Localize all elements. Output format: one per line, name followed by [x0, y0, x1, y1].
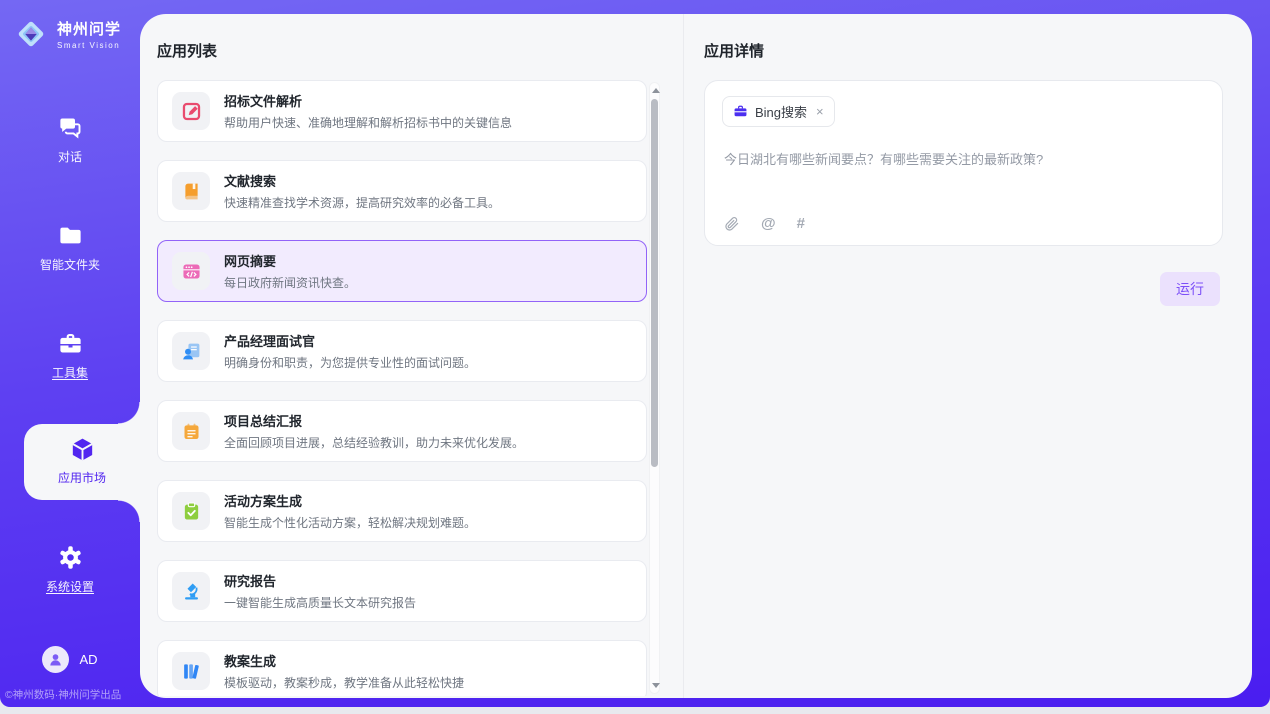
app-card-description: 智能生成个性化活动方案，轻松解决规划难题。 [224, 514, 476, 531]
app-card-title: 研究报告 [224, 571, 416, 590]
chat-icon [57, 114, 84, 141]
diamond-logo-icon [12, 15, 50, 53]
app-card-title: 教案生成 [224, 651, 464, 670]
app-card-title: 活动方案生成 [224, 491, 476, 510]
page: 神州问学 Smart Vision 对话 智能文件夹 [0, 0, 1270, 714]
copyright-footer: ©神州数码·神州问学出品 [0, 687, 150, 702]
app-card-title: 文献搜索 [224, 171, 500, 190]
sidebar-item-label: 智能文件夹 [40, 258, 100, 272]
tool-chip-label: Bing搜索 [755, 102, 807, 121]
user-account[interactable]: AD [0, 646, 140, 673]
app-card-title: 招标文件解析 [224, 91, 512, 110]
app-card[interactable]: 活动方案生成 智能生成个性化活动方案，轻松解决规划难题。 [157, 480, 647, 542]
app-detail-title: 应用详情 [704, 40, 764, 61]
app-card[interactable]: 文献搜索 快速精准查找学术资源，提高研究效率的必备工具。 [157, 160, 647, 222]
sidebar-item-label: 应用市场 [58, 471, 106, 485]
run-button[interactable]: 运行 [1160, 272, 1220, 306]
cube-icon [69, 436, 96, 463]
sidebar-item-app-market-active[interactable]: 应用市场 [24, 424, 140, 500]
scroll-up-arrow-icon[interactable] [652, 88, 660, 93]
app-card-description: 明确身份和职责，为您提供专业性的面试问题。 [224, 354, 476, 371]
book-icon [172, 172, 210, 210]
app-list-panel: 应用列表 招标文件解析 帮助用户快速、准确地理解和解析招标书中的关键信息 [140, 14, 683, 698]
books-icon [172, 652, 210, 690]
brand-logo: 神州问学 Smart Vision [12, 15, 121, 53]
main-content: 应用列表 招标文件解析 帮助用户快速、准确地理解和解析招标书中的关键信息 [140, 14, 1252, 698]
app-card[interactable]: 招标文件解析 帮助用户快速、准确地理解和解析招标书中的关键信息 [157, 80, 647, 142]
scrollbar-thumb[interactable] [651, 99, 658, 467]
app-card[interactable]: 网页摘要 每日政府新闻资讯快查。 [157, 240, 647, 302]
app-detail-panel: 应用详情 Bing搜索 × 今日湖北有哪些新闻要点？有哪些需要关注的最新政策? [683, 14, 1252, 698]
app-card-description: 快速精准查找学术资源，提高研究效率的必备工具。 [224, 194, 500, 211]
sidebar-item-label: 工具集 [52, 366, 88, 380]
app-card-description: 每日政府新闻资讯快查。 [224, 274, 356, 291]
web-code-icon [172, 252, 210, 290]
app-card-description: 全面回顾项目进展，总结经验教训，助力未来优化发展。 [224, 434, 524, 451]
app-card[interactable]: 产品经理面试官 明确身份和职责，为您提供专业性的面试问题。 [157, 320, 647, 382]
note-icon [172, 412, 210, 450]
app-card[interactable]: 项目总结汇报 全面回顾项目进展，总结经验教训，助力未来优化发展。 [157, 400, 647, 462]
brand-name: 神州问学 [57, 18, 121, 39]
sidebar-item-label: 系统设置 [46, 580, 94, 594]
app-card-title: 产品经理面试官 [224, 331, 476, 350]
app-card[interactable]: 教案生成 模板驱动，教案秒成，教学准备从此轻松快捷 [157, 640, 647, 696]
microscope-icon [172, 572, 210, 610]
tool-chip-bing-search[interactable]: Bing搜索 × [722, 96, 835, 127]
app-card-title: 网页摘要 [224, 251, 356, 270]
avatar [42, 646, 69, 673]
app-card-list: 招标文件解析 帮助用户快速、准确地理解和解析招标书中的关键信息 文献搜索 快速精… [157, 80, 647, 696]
scroll-down-arrow-icon[interactable] [652, 683, 660, 688]
query-input-card[interactable]: Bing搜索 × 今日湖北有哪些新闻要点？有哪些需要关注的最新政策? @ # [704, 80, 1223, 246]
edit-doc-icon [172, 92, 210, 130]
sidebar-item-toolset[interactable]: 工具集 [0, 330, 140, 382]
chip-close-icon[interactable]: × [816, 104, 824, 119]
sidebar-item-label: 对话 [58, 150, 82, 164]
app-card-title: 项目总结汇报 [224, 411, 524, 430]
app-card-description: 一键智能生成高质量长文本研究报告 [224, 594, 416, 611]
clipboard-check-icon [172, 492, 210, 530]
input-toolbar: @ # [724, 215, 805, 232]
app-card[interactable]: 研究报告 一键智能生成高质量长文本研究报告 [157, 560, 647, 622]
query-textarea[interactable]: 今日湖北有哪些新闻要点？有哪些需要关注的最新政策? [724, 149, 1204, 168]
person-icon [47, 651, 64, 668]
sidebar-item-smart-folders[interactable]: 智能文件夹 [0, 222, 140, 274]
list-scrollbar[interactable] [649, 82, 660, 694]
hash-icon[interactable]: # [797, 215, 805, 232]
sidebar-item-settings[interactable]: 系统设置 [0, 544, 140, 596]
sidebar: 神州问学 Smart Vision 对话 智能文件夹 [0, 0, 140, 707]
brand-subtitle: Smart Vision [57, 41, 121, 50]
briefcase-icon [733, 104, 748, 119]
interviewer-icon [172, 332, 210, 370]
paperclip-icon[interactable] [724, 216, 740, 232]
gear-icon [57, 544, 84, 571]
app-card-description: 帮助用户快速、准确地理解和解析招标书中的关键信息 [224, 114, 512, 131]
folder-icon [57, 222, 84, 249]
app-window: 神州问学 Smart Vision 对话 智能文件夹 [0, 0, 1270, 707]
mention-icon[interactable]: @ [761, 215, 776, 232]
user-name: AD [79, 652, 97, 667]
app-card-description: 模板驱动，教案秒成，教学准备从此轻松快捷 [224, 674, 464, 691]
sidebar-item-chat[interactable]: 对话 [0, 114, 140, 166]
toolbox-icon [57, 330, 84, 357]
app-list-title: 应用列表 [157, 40, 217, 61]
